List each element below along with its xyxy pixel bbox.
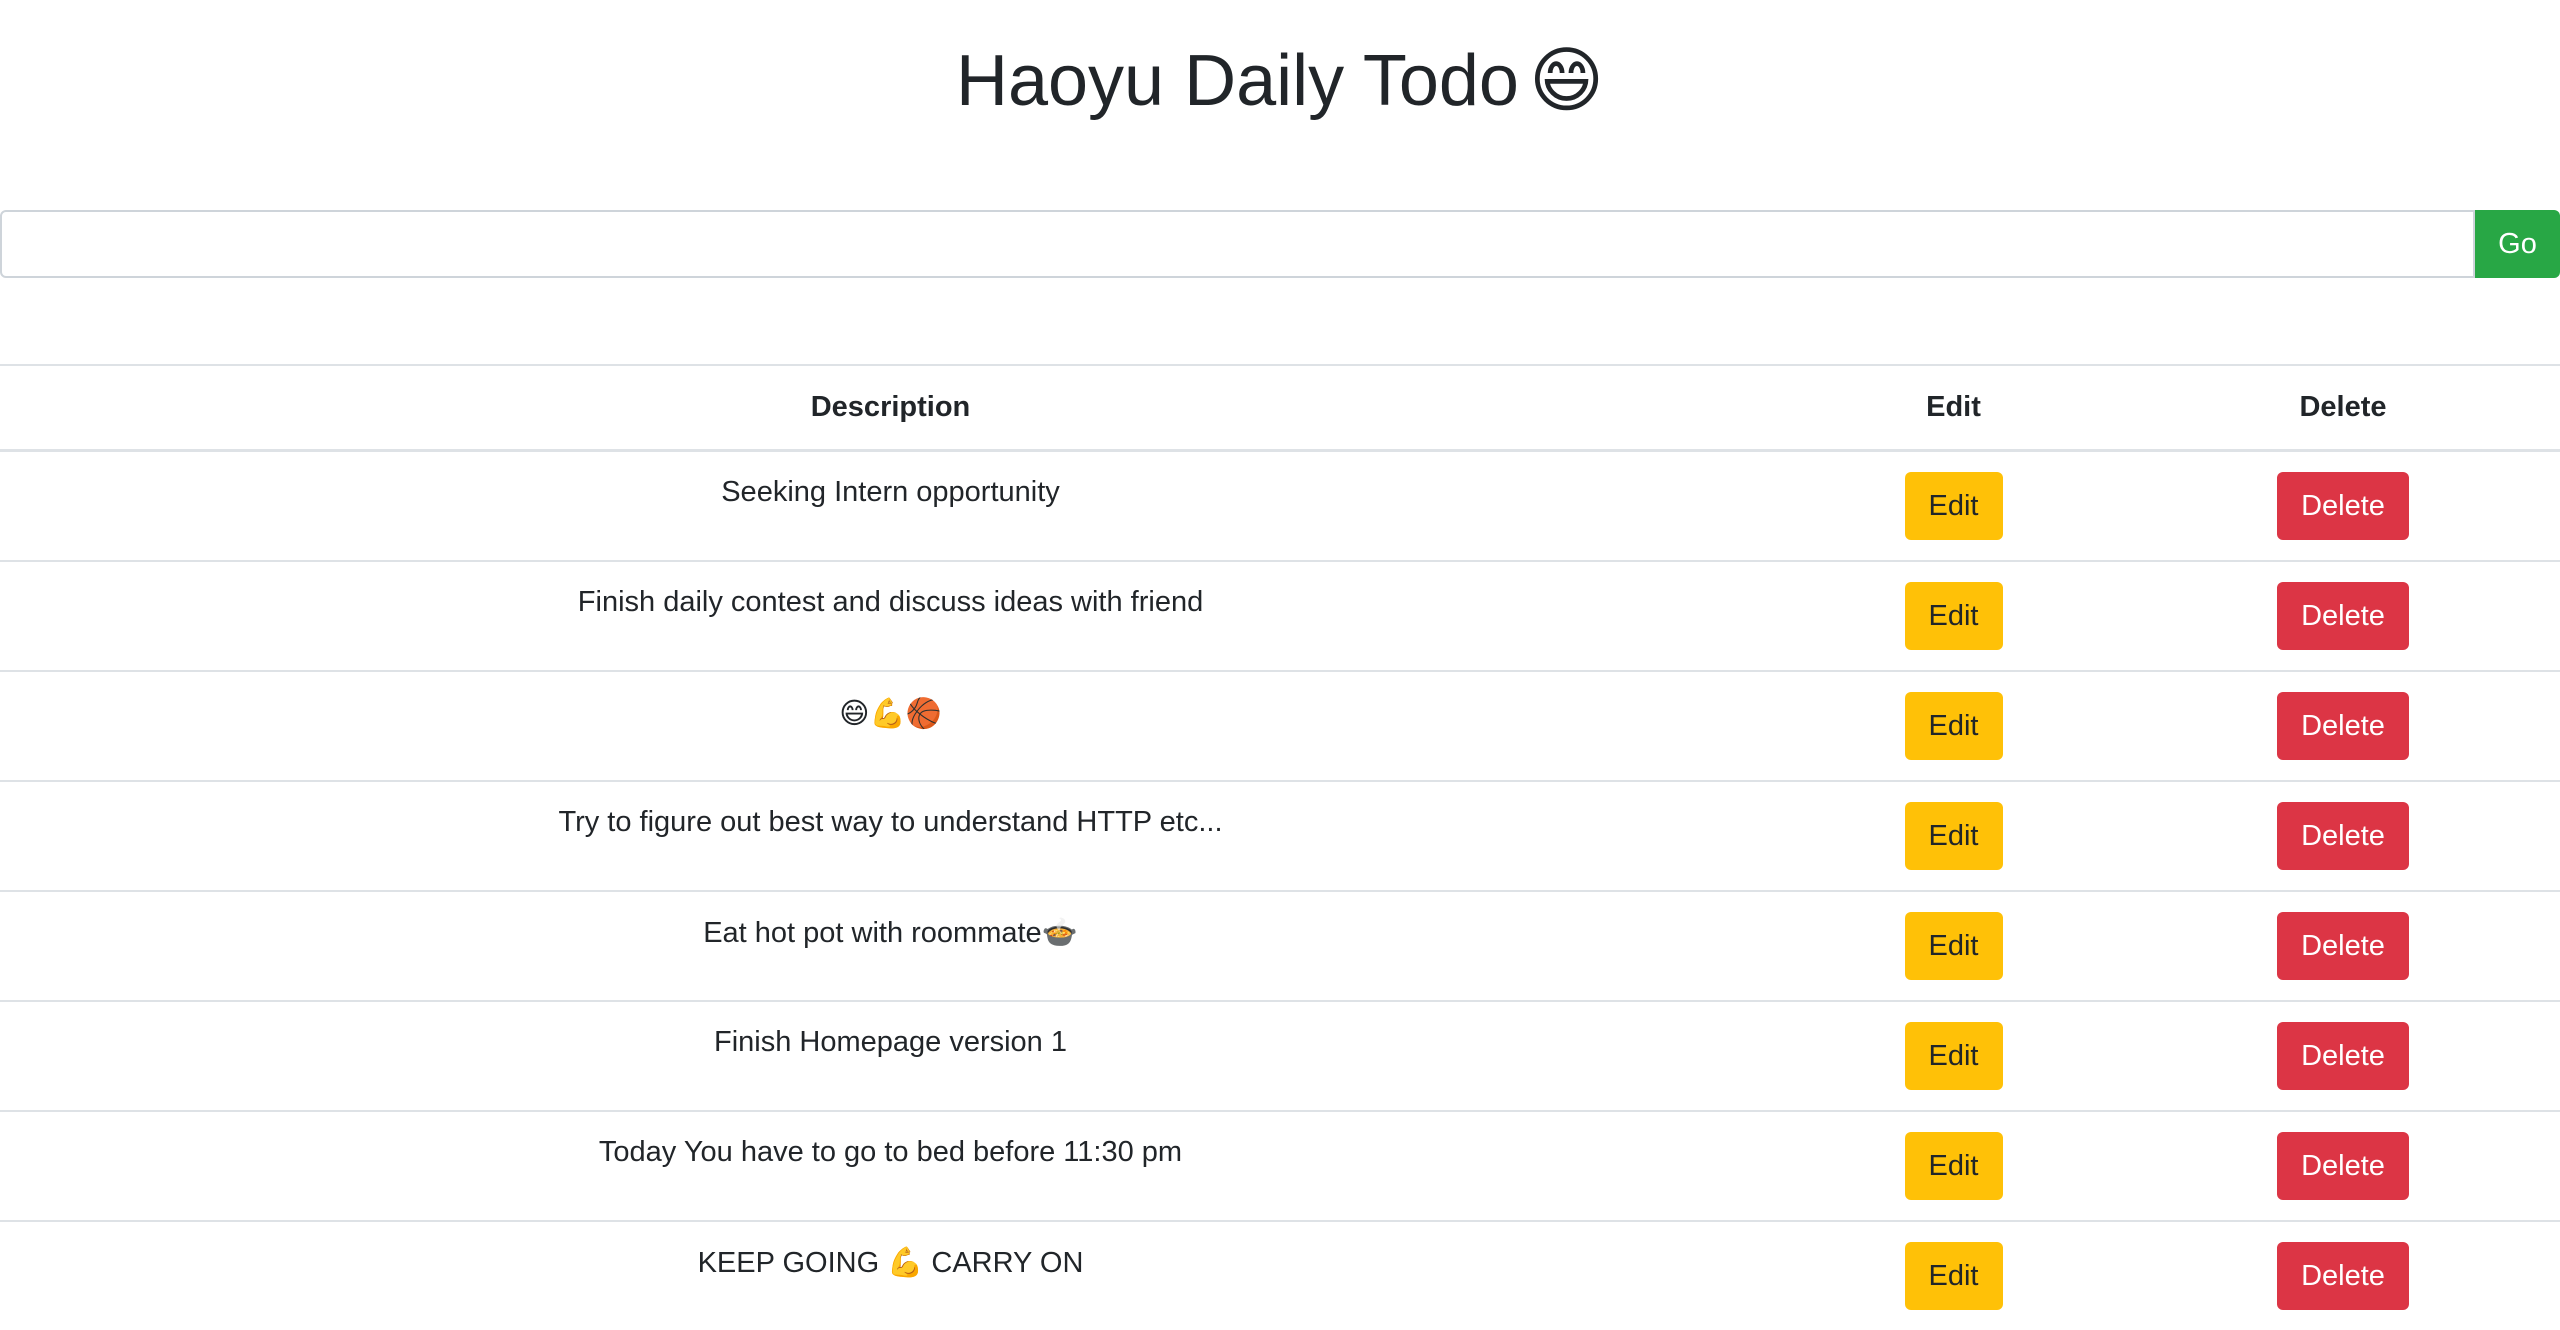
delete-button[interactable]: Delete: [2277, 582, 2409, 650]
todo-description: KEEP GOING 💪 CARRY ON: [0, 1221, 1781, 1330]
delete-button[interactable]: Delete: [2277, 1242, 2409, 1310]
table-row: Finish daily contest and discuss ideas w…: [0, 561, 2560, 672]
table-row: Eat hot pot with roommate🍲 Edit Delete: [0, 891, 2560, 1002]
delete-button[interactable]: Delete: [2277, 912, 2409, 980]
todo-description: Finish daily contest and discuss ideas w…: [0, 561, 1781, 672]
grinning-face-emoji-icon: 😄: [1528, 41, 1605, 121]
edit-button[interactable]: Edit: [1904, 472, 2003, 540]
todo-description: Try to figure out best way to understand…: [0, 781, 1781, 892]
edit-button[interactable]: Edit: [1904, 1132, 2003, 1200]
delete-button[interactable]: Delete: [2277, 1022, 2409, 1090]
table-row: Today You have to go to bed before 11:30…: [0, 1111, 2560, 1222]
edit-button[interactable]: Edit: [1904, 692, 2003, 760]
page: Haoyu Daily Todo 😄 Go Description Edit De…: [0, 0, 2560, 1330]
delete-button[interactable]: Delete: [2277, 802, 2409, 870]
go-button[interactable]: Go: [2475, 210, 2560, 278]
table-row: Seeking Intern opportunity Edit Delete: [0, 450, 2560, 562]
header-delete: Delete: [2126, 364, 2560, 452]
todo-description: Eat hot pot with roommate🍲: [0, 891, 1781, 1002]
table-row: Try to figure out best way to understand…: [0, 781, 2560, 892]
edit-button[interactable]: Edit: [1904, 1242, 2003, 1310]
header-row: Description Edit Delete: [0, 364, 2560, 452]
header-description: Description: [0, 364, 1781, 452]
todo-description: Finish Homepage version 1: [0, 1001, 1781, 1112]
page-title-text: Haoyu Daily Todo: [955, 41, 1519, 121]
table-row: Finish Homepage version 1 Edit Delete: [0, 1001, 2560, 1112]
edit-button[interactable]: Edit: [1904, 912, 2003, 980]
header-edit: Edit: [1781, 364, 2126, 452]
table-row: KEEP GOING 💪 CARRY ON Edit Delete: [0, 1221, 2560, 1330]
todo-input[interactable]: [0, 210, 2475, 278]
todo-table-body: Seeking Intern opportunity Edit Delete F…: [0, 450, 2560, 1330]
todo-input-row: Go: [0, 210, 2560, 278]
delete-button[interactable]: Delete: [2277, 1132, 2409, 1200]
edit-button[interactable]: Edit: [1904, 1022, 2003, 1090]
todo-description: 😄💪🏀: [0, 671, 1781, 782]
todo-table: Description Edit Delete Seeking Intern o…: [0, 364, 2560, 1330]
edit-button[interactable]: Edit: [1904, 582, 2003, 650]
table-row: 😄💪🏀 Edit Delete: [0, 671, 2560, 782]
todo-description: Today You have to go to bed before 11:30…: [0, 1111, 1781, 1222]
todo-description: Seeking Intern opportunity: [0, 450, 1781, 562]
edit-button[interactable]: Edit: [1904, 802, 2003, 870]
todo-table-header: Description Edit Delete: [0, 364, 2560, 452]
page-title: Haoyu Daily Todo 😄: [0, 36, 2560, 126]
delete-button[interactable]: Delete: [2277, 692, 2409, 760]
delete-button[interactable]: Delete: [2277, 472, 2409, 540]
